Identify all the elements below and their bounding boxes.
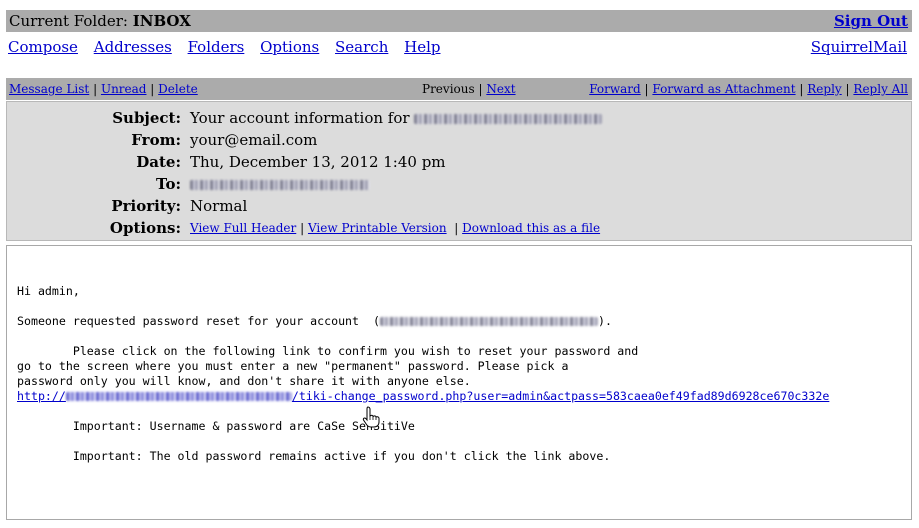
subject-label: Subject:: [112, 109, 181, 127]
forward-attachment-link[interactable]: Forward as Attachment: [652, 82, 795, 96]
menu-addresses[interactable]: Addresses: [94, 38, 172, 56]
priority-row: Priority: Normal: [7, 195, 913, 217]
top-bar: Current Folder: INBOX Sign Out: [6, 10, 912, 32]
to-row: To:: [7, 173, 913, 195]
view-printable-link[interactable]: View Printable Version: [308, 221, 447, 235]
date-value: Thu, December 13, 2012 1:40 pm: [190, 153, 446, 171]
date-label: Date:: [136, 153, 181, 171]
view-full-header-link[interactable]: View Full Header: [190, 221, 296, 235]
separator: |: [799, 82, 804, 96]
to-value: [190, 173, 370, 195]
reply-all-link[interactable]: Reply All: [853, 82, 908, 96]
current-folder-name: INBOX: [132, 12, 191, 30]
next-link[interactable]: Next: [486, 82, 515, 96]
reset-request-text: Someone requested password reset for you…: [17, 314, 380, 328]
from-row: From: your@email.com: [7, 129, 913, 151]
menu-help[interactable]: Help: [404, 38, 440, 56]
menu-options[interactable]: Options: [260, 38, 319, 56]
separator: |: [93, 82, 98, 96]
important-old-password-note: Important: The old password remains acti…: [17, 449, 611, 463]
message-header: Subject: Your account information for Fr…: [6, 101, 912, 241]
current-folder: Current Folder: INBOX: [9, 10, 191, 32]
forward-link[interactable]: Forward: [589, 82, 640, 96]
from-value: your@email.com: [190, 131, 318, 149]
to-label: To:: [156, 175, 181, 193]
separator: |: [845, 82, 850, 96]
link-path[interactable]: /tiki-change_password.php?user=admin&act…: [292, 389, 829, 403]
date-row: Date: Thu, December 13, 2012 1:40 pm: [7, 151, 913, 173]
important-case-note: Important: Username & password are CaSe …: [17, 419, 415, 433]
menu-compose[interactable]: Compose: [8, 38, 78, 56]
greeting: Hi admin,: [17, 284, 80, 298]
priority-label: Priority:: [111, 197, 181, 215]
reset-password-link[interactable]: http:// /tiki-change_password.php?user=ad…: [17, 389, 829, 403]
from-label: From:: [131, 131, 181, 149]
hand-pointer-icon: [362, 406, 380, 428]
separator: |: [478, 82, 483, 96]
menu-search[interactable]: Search: [335, 38, 388, 56]
redacted-text: [190, 180, 370, 190]
reply-link[interactable]: Reply: [807, 82, 841, 96]
options-label: Options:: [109, 219, 181, 237]
priority-value: Normal: [190, 197, 248, 215]
sign-out-link[interactable]: Sign Out: [834, 10, 908, 32]
separator: |: [150, 82, 155, 96]
separator: |: [644, 82, 649, 96]
subject-row: Subject: Your account information for: [7, 107, 913, 129]
message-toolbar: Message List | Unread | Delete Previous …: [6, 78, 912, 100]
message-list-link[interactable]: Message List: [9, 82, 89, 96]
message-body: Hi admin, Someone requested password res…: [6, 245, 912, 520]
redacted-link-host[interactable]: [65, 392, 292, 401]
message-text: Hi admin, Someone requested password res…: [17, 284, 829, 464]
instructions-text: Please click on the following link to co…: [17, 344, 639, 388]
options-row: Options: View Full Header | View Printab…: [7, 217, 913, 239]
separator: |: [300, 221, 305, 235]
redacted-text: [379, 317, 598, 326]
unread-link[interactable]: Unread: [101, 82, 147, 96]
menu-folders[interactable]: Folders: [188, 38, 245, 56]
previous-label: Previous: [422, 82, 475, 96]
link-prefix[interactable]: http://: [17, 389, 66, 403]
subject-value: Your account information for: [190, 107, 603, 129]
options-links: View Full Header | View Printable Versio…: [190, 217, 600, 239]
separator: |: [454, 221, 459, 235]
subject-text: Your account information for: [190, 109, 410, 127]
current-folder-label: Current Folder:: [9, 12, 128, 30]
delete-link[interactable]: Delete: [158, 82, 198, 96]
redacted-text: [414, 114, 603, 124]
main-menu: Compose Addresses Folders Options Search…: [8, 36, 910, 58]
download-file-link[interactable]: Download this as a file: [462, 221, 600, 235]
squirrelmail-link[interactable]: SquirrelMail: [811, 36, 907, 58]
reset-request-end: ).: [597, 314, 612, 328]
